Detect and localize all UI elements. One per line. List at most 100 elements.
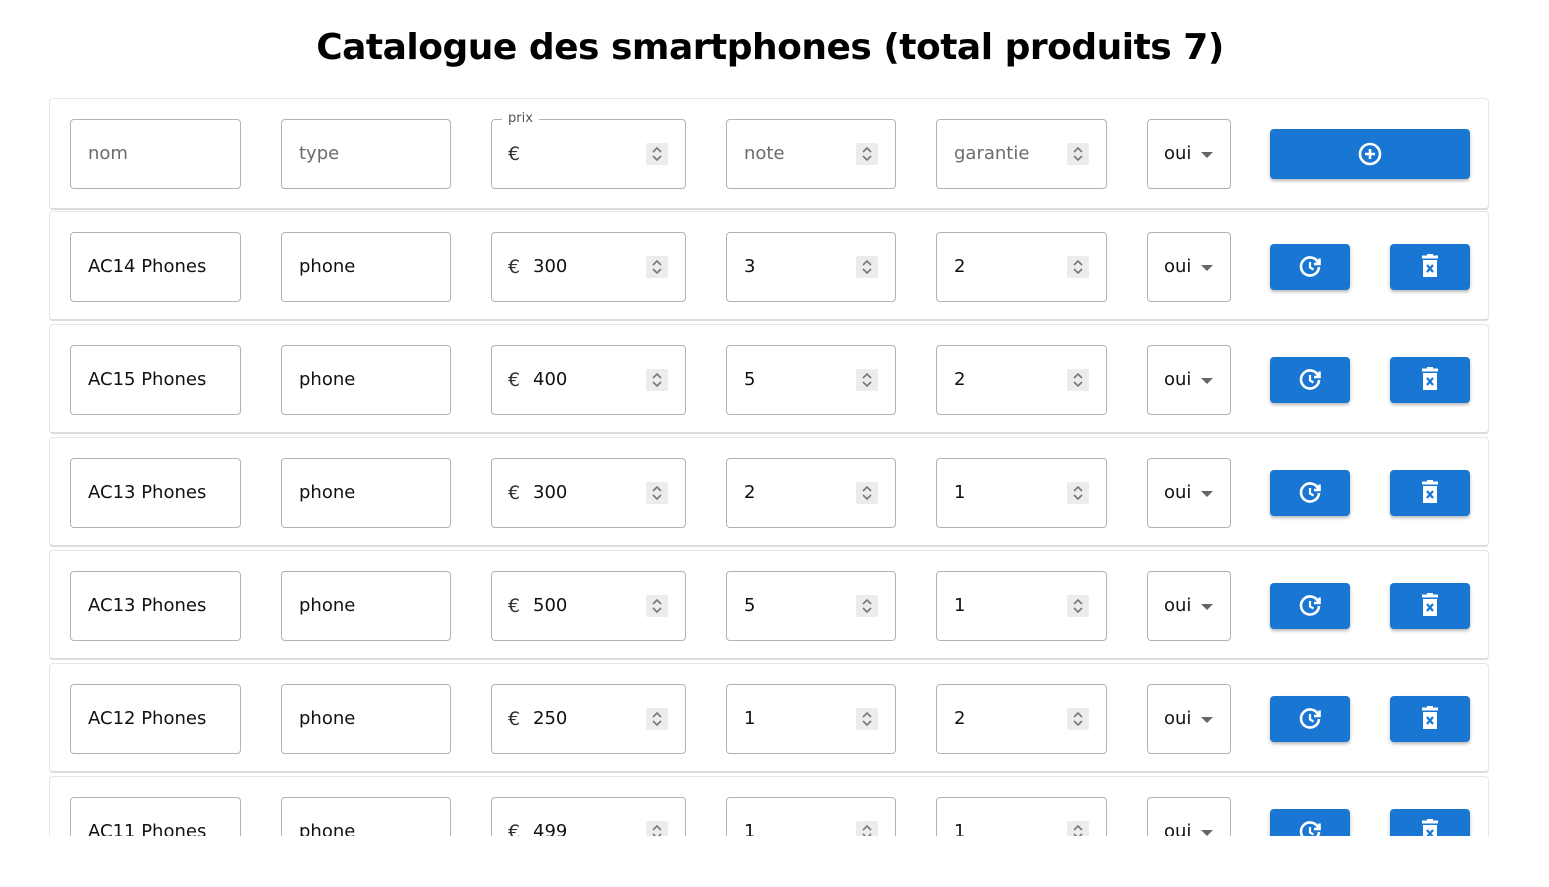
garantie-input[interactable]: 2 [936,345,1107,415]
type-input[interactable]: phone [281,684,451,754]
delete-product-button[interactable] [1390,244,1470,290]
garantie-input[interactable]: 1 [936,797,1107,836]
update-product-button[interactable] [1270,696,1350,742]
spin-arrows-icon[interactable] [646,821,668,836]
delete-product-button[interactable] [1390,583,1470,629]
spin-arrows-icon[interactable] [1067,256,1089,278]
spin-arrows-icon[interactable] [856,708,878,730]
garantie-input[interactable]: garantie [936,119,1107,189]
disponible-select[interactable]: oui [1147,232,1231,302]
prix-input[interactable]: prix € [491,110,686,189]
currency-symbol: € [508,482,521,504]
garantie-input[interactable]: 1 [936,571,1107,641]
add-product-button[interactable] [1270,129,1470,179]
spin-arrows-icon[interactable] [856,143,878,165]
spin-arrows-icon[interactable] [856,482,878,504]
garantie-input[interactable]: 2 [936,684,1107,754]
currency-symbol: € [508,595,521,617]
delete-product-button[interactable] [1390,357,1470,403]
spin-arrows-icon[interactable] [856,256,878,278]
prix-value: 400 [533,369,568,390]
prix-input[interactable]: € 300 [491,458,686,528]
type-value: phone [299,256,356,277]
note-input[interactable]: 5 [726,345,896,415]
type-placeholder: type [299,143,340,164]
nom-input[interactable]: AC14 Phones [70,232,241,302]
spin-arrows-icon[interactable] [646,482,668,504]
spin-arrows-icon[interactable] [856,595,878,617]
update-product-button[interactable] [1270,244,1350,290]
product-row: AC13 Phones phone € 300 2 1 oui [49,437,1489,547]
type-input[interactable]: phone [281,797,451,836]
delete-icon [1422,367,1438,390]
update-product-button[interactable] [1270,583,1350,629]
prix-input[interactable]: € 500 [491,571,686,641]
type-input[interactable]: phone [281,571,451,641]
note-input[interactable]: note [726,119,896,189]
update-product-button[interactable] [1270,357,1350,403]
garantie-input[interactable]: 2 [936,232,1107,302]
note-value: 5 [744,595,756,616]
nom-value: AC13 Phones [88,482,207,503]
type-value: phone [299,821,356,836]
spin-arrows-icon[interactable] [646,256,668,278]
prix-input[interactable]: € 499 [491,797,686,836]
delete-icon [1422,706,1438,729]
delete-product-button[interactable] [1390,470,1470,516]
nom-value: AC13 Phones [88,595,207,616]
prix-input[interactable]: € 300 [491,232,686,302]
type-input[interactable]: type [281,119,451,189]
update-product-button[interactable] [1270,809,1350,836]
spin-arrows-icon[interactable] [646,595,668,617]
nom-input[interactable]: AC11 Phones [70,797,241,836]
spin-arrows-icon[interactable] [1067,482,1089,504]
spin-arrows-icon[interactable] [646,369,668,391]
spin-arrows-icon[interactable] [646,143,668,165]
nom-value: AC15 Phones [88,369,207,390]
nom-input[interactable]: AC13 Phones [70,571,241,641]
disponible-select[interactable]: oui [1147,571,1231,641]
disponible-select[interactable]: oui [1147,345,1231,415]
note-input[interactable]: 1 [726,684,896,754]
spin-arrows-icon[interactable] [1067,369,1089,391]
spin-arrows-icon[interactable] [646,708,668,730]
note-input[interactable]: 1 [726,797,896,836]
spin-arrows-icon[interactable] [1067,708,1089,730]
delete-product-button[interactable] [1390,809,1470,836]
nom-input[interactable]: AC15 Phones [70,345,241,415]
disponible-select[interactable]: oui [1147,797,1231,836]
note-input[interactable]: 3 [726,232,896,302]
currency-symbol: € [508,821,521,836]
disponible-select[interactable]: oui [1147,684,1231,754]
nom-input[interactable]: nom [70,119,241,189]
spin-arrows-icon[interactable] [856,369,878,391]
disponible-value: oui [1164,143,1192,164]
spin-arrows-icon[interactable] [1067,821,1089,836]
spin-arrows-icon[interactable] [856,821,878,836]
currency-symbol: € [508,708,521,730]
nom-input[interactable]: AC12 Phones [70,684,241,754]
prix-input[interactable]: € 400 [491,345,686,415]
type-input[interactable]: phone [281,458,451,528]
note-value: 1 [744,708,756,729]
disponible-value: oui [1164,708,1192,729]
delete-icon [1422,819,1438,836]
note-input[interactable]: 5 [726,571,896,641]
update-product-button[interactable] [1270,470,1350,516]
chevron-down-icon [1201,717,1213,723]
note-value: 5 [744,369,756,390]
delete-product-button[interactable] [1390,696,1470,742]
delete-icon [1422,254,1438,277]
garantie-input[interactable]: 1 [936,458,1107,528]
type-input[interactable]: phone [281,345,451,415]
nom-input[interactable]: AC13 Phones [70,458,241,528]
spin-arrows-icon[interactable] [1067,143,1089,165]
note-input[interactable]: 2 [726,458,896,528]
page-title: Catalogue des smartphones (total produit… [316,27,1224,68]
disponible-select[interactable]: oui [1147,119,1231,189]
type-input[interactable]: phone [281,232,451,302]
spin-arrows-icon[interactable] [1067,595,1089,617]
prix-value: 499 [533,821,568,836]
disponible-select[interactable]: oui [1147,458,1231,528]
prix-input[interactable]: € 250 [491,684,686,754]
